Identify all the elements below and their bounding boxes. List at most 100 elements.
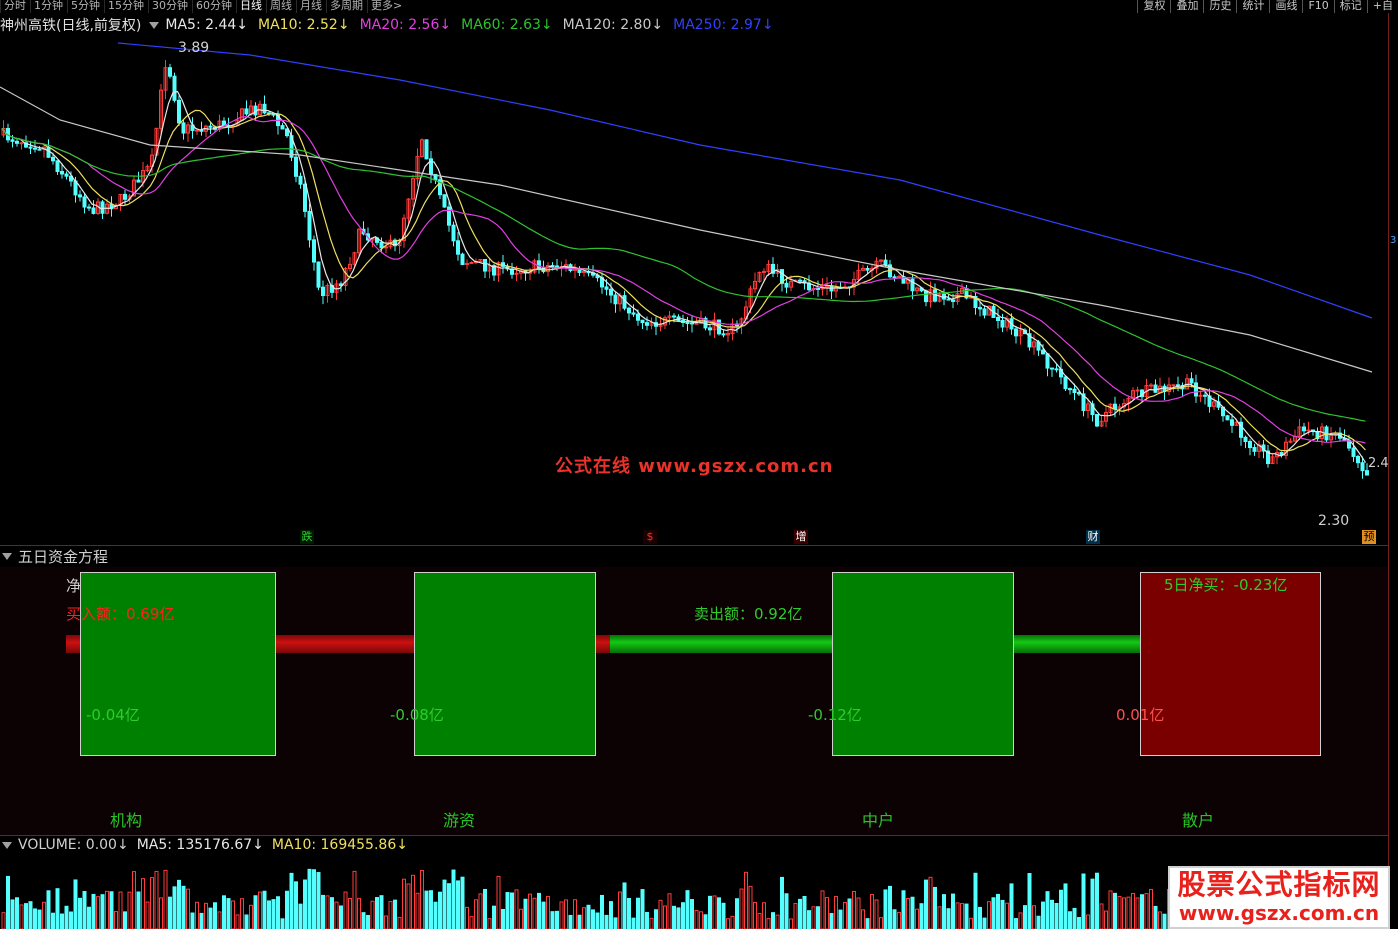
candle-body — [1000, 319, 1005, 328]
volume-bar — [829, 913, 834, 929]
volume-bar — [433, 901, 438, 929]
tool-button[interactable]: 画线 — [1269, 0, 1302, 13]
pane-divider[interactable] — [0, 545, 1388, 546]
period-tab[interactable]: 月线 — [296, 0, 326, 13]
candle-body — [60, 171, 64, 175]
tool-button[interactable]: +自 — [1366, 0, 1398, 13]
volume-bar — [1, 912, 6, 929]
volume-bar — [415, 892, 420, 929]
volume-bar — [798, 898, 802, 929]
volume-bar — [69, 911, 73, 929]
candle-body — [15, 140, 19, 144]
candle-body — [424, 139, 429, 160]
low-price-label: 2.30 — [1318, 513, 1350, 529]
volume-bar — [532, 897, 537, 929]
volume-bar — [87, 906, 91, 929]
volume-bar — [915, 908, 919, 929]
volume-bar — [1162, 913, 1167, 929]
period-tab[interactable]: 60分钟 — [192, 0, 236, 13]
volume-bar — [627, 898, 631, 929]
tool-button[interactable]: 叠加 — [1170, 0, 1203, 13]
volume-bar — [919, 903, 924, 929]
period-tab[interactable]: 周线 — [266, 0, 296, 13]
dropdown-triangle-icon[interactable] — [2, 841, 12, 849]
volume-bar — [600, 894, 604, 929]
event-marker[interactable]: 预 — [1362, 530, 1376, 544]
candle-body — [456, 240, 460, 255]
volume-bar — [735, 898, 739, 929]
candle-body — [708, 327, 712, 331]
volume-bar — [780, 876, 784, 929]
top-toolbar: 分时 1分钟 5分钟 15分钟 30分钟 60分钟 日线 周线 月线 多周期 更多> 复权 叠加 历史统… — [0, 0, 1398, 13]
period-tab[interactable]: 1分钟 — [30, 0, 67, 13]
volume-bar — [667, 893, 672, 929]
volume-bar — [586, 904, 591, 929]
volume-bar — [834, 896, 838, 929]
fund-flow-panel[interactable]: 净 买入额：0.69亿 卖出额：0.92亿 5日净买：-0.23亿 -0.04亿… — [0, 567, 1388, 835]
period-tab[interactable]: 30分钟 — [148, 0, 192, 13]
period-tab[interactable]: 15分钟 — [104, 0, 148, 13]
volume-bar — [28, 901, 33, 929]
volume-bar — [595, 912, 600, 929]
volume-bar — [1054, 902, 1059, 929]
volume-bar — [406, 883, 411, 929]
volume-bar — [294, 881, 298, 929]
candle-body — [123, 193, 127, 200]
volume-bar — [937, 906, 942, 929]
candlestick-chart[interactable]: 3.89 2.30 2.4 公式在线 www.gszx.com.cn 跌 $ 增 财 预 — [0, 35, 1389, 545]
volume-bar — [514, 889, 519, 929]
candle-body — [285, 128, 289, 137]
candle-body — [87, 206, 91, 209]
candle-body — [136, 179, 141, 183]
fund-box-institution — [80, 572, 276, 756]
event-marker[interactable]: 增 — [794, 530, 808, 544]
volume-bar — [825, 897, 829, 929]
period-tab[interactable]: 5分钟 — [67, 0, 104, 13]
volume-bar — [960, 903, 964, 929]
period-tab[interactable]: 更多> — [367, 0, 406, 13]
volume-bar — [523, 898, 528, 929]
volume-bar — [379, 895, 384, 929]
volume-bar — [357, 897, 361, 929]
volume-bar — [298, 903, 303, 929]
volume-bar — [64, 905, 69, 929]
candle-body — [721, 333, 726, 336]
period-tab[interactable]: 日线 — [236, 0, 266, 13]
volume-bar — [762, 902, 766, 929]
volume-bar — [258, 891, 262, 929]
volume-bar — [60, 913, 64, 929]
event-marker[interactable]: $ — [643, 530, 657, 544]
ma250-line — [117, 42, 1373, 319]
volume-bar — [811, 906, 816, 929]
sell-amount-label: 卖出额：0.92亿 — [694, 605, 803, 623]
tool-button[interactable]: 统计 — [1236, 0, 1269, 13]
dropdown-triangle-icon[interactable] — [2, 552, 12, 560]
volume-bar — [451, 869, 456, 929]
period-tab[interactable]: 分时 — [0, 0, 30, 13]
tool-button[interactable]: 历史 — [1203, 0, 1236, 13]
candle-body — [613, 294, 618, 305]
tool-button[interactable]: 复权 — [1137, 0, 1170, 13]
event-marker[interactable]: 财 — [1086, 530, 1100, 544]
period-tab[interactable]: 多周期 — [326, 0, 367, 13]
tool-button[interactable]: F10 — [1302, 0, 1333, 13]
buy-amount-label: 买入额：0.69亿 — [66, 605, 175, 623]
volume-bar — [33, 908, 37, 929]
volume-bar — [123, 911, 127, 929]
candle-body — [1198, 394, 1203, 397]
volume-bar — [325, 895, 330, 929]
volume-bar — [1032, 905, 1036, 929]
tool-button[interactable]: 标记 — [1333, 0, 1367, 13]
volume-bar — [285, 890, 289, 929]
volume-bar — [528, 893, 532, 929]
stock-label[interactable]: 神州高铁(日线,前复权) — [0, 15, 141, 35]
dropdown-triangle-icon[interactable] — [149, 21, 160, 29]
event-marker[interactable]: 跌 — [300, 530, 314, 544]
volume-bar — [411, 874, 415, 929]
candle-body — [946, 298, 951, 301]
volume-bar — [195, 901, 199, 929]
volume-bar — [847, 898, 852, 929]
volume-bar — [730, 915, 735, 929]
volume-bar — [996, 893, 1000, 929]
volume-bar — [1036, 915, 1041, 929]
